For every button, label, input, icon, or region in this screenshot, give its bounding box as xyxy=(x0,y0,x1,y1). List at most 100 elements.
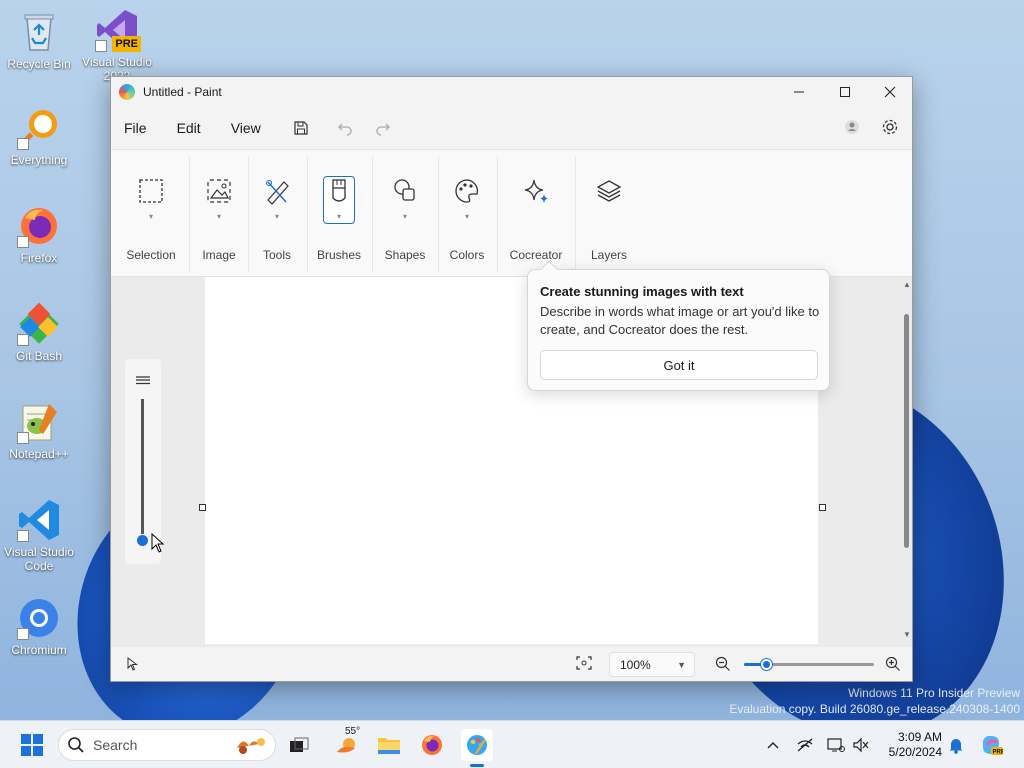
menu-view[interactable]: View xyxy=(222,113,270,143)
pointer-position-icon xyxy=(127,656,139,674)
notifications-button[interactable] xyxy=(940,729,972,761)
notepad-plus-plus-icon xyxy=(17,400,61,444)
desktop-icon-recycle-bin[interactable]: Recycle Bin xyxy=(2,10,76,71)
sparkle-icon xyxy=(519,176,553,224)
vscode-icon xyxy=(17,498,61,542)
ribbon-toolbar: ▾ Selection ▾ Image ▾ Tools ▾ Brushes ▾ … xyxy=(111,149,912,277)
desktop-icon-git-bash[interactable]: Git Bash xyxy=(2,302,76,363)
zoom-slider-thumb[interactable] xyxy=(761,659,772,670)
menu-file[interactable]: File xyxy=(115,113,156,143)
brush-size-slider-track[interactable] xyxy=(141,399,144,534)
desktop-icon-label: Recycle Bin xyxy=(7,57,71,71)
paint-app-icon xyxy=(467,735,487,755)
zoom-level-value: 100% xyxy=(620,657,651,672)
shortcut-arrow-icon xyxy=(17,432,29,444)
ribbon-group-shapes[interactable]: ▾ Shapes xyxy=(373,150,437,278)
ribbon-group-selection[interactable]: ▾ Selection xyxy=(115,150,187,278)
ribbon-divider xyxy=(307,156,308,272)
weather-widget-icon xyxy=(337,738,355,753)
paint-app-icon xyxy=(119,84,135,100)
got-it-button[interactable]: Got it xyxy=(540,350,818,380)
fit-to-window-button[interactable] xyxy=(576,656,592,673)
chevron-down-icon: ▾ xyxy=(464,212,470,221)
brush-size-slider-thumb[interactable] xyxy=(137,535,148,546)
close-icon xyxy=(884,86,896,98)
chevron-down-icon: ▾ xyxy=(402,212,408,221)
desktop-icon-label: Git Bash xyxy=(15,349,63,363)
git-bash-icon xyxy=(17,302,61,346)
desktop-icon-vscode[interactable]: Visual Studio Code xyxy=(2,498,76,573)
layers-icon xyxy=(592,176,626,224)
vertical-scrollbar[interactable]: ▲ ▼ xyxy=(902,277,912,647)
paint-taskbar-button[interactable] xyxy=(461,729,493,761)
display-icon xyxy=(827,738,845,752)
canvas-resize-handle-right[interactable] xyxy=(819,504,826,511)
chevron-down-icon: ▾ xyxy=(216,212,222,221)
chevron-down-icon: ▾ xyxy=(336,212,342,221)
system-clock[interactable]: 3:09 AM 5/20/2024 xyxy=(876,730,942,760)
ribbon-group-colors[interactable]: ▾ Colors xyxy=(439,150,495,278)
network-tray-button[interactable] xyxy=(789,729,821,761)
desktop-icon-label: Firefox xyxy=(20,251,58,265)
shortcut-arrow-icon xyxy=(17,628,29,640)
ribbon-group-image[interactable]: ▾ Image xyxy=(191,150,247,278)
minimize-button[interactable] xyxy=(776,77,822,107)
taskbar-search-box[interactable]: Search xyxy=(58,729,276,761)
desktop-icon-notepad-plus-plus[interactable]: Notepad++ xyxy=(2,400,76,461)
show-hidden-icons-button[interactable] xyxy=(757,729,789,761)
ribbon-divider xyxy=(497,156,498,272)
maximize-button[interactable] xyxy=(822,77,868,107)
firefox-taskbar-button[interactable] xyxy=(416,729,448,761)
active-app-indicator xyxy=(470,764,484,767)
ribbon-group-brushes[interactable]: ▾ Brushes xyxy=(309,150,369,278)
undo-button[interactable] xyxy=(328,113,362,143)
save-button[interactable] xyxy=(284,113,318,143)
desktop-icon-firefox[interactable]: Firefox xyxy=(2,204,76,265)
save-icon xyxy=(294,121,308,135)
shortcut-arrow-icon xyxy=(17,236,29,248)
chevron-up-icon xyxy=(767,742,779,749)
account-button[interactable] xyxy=(835,112,869,142)
weather-temperature: 55° xyxy=(345,726,361,737)
scroll-down-icon[interactable]: ▼ xyxy=(903,630,911,639)
ribbon-divider xyxy=(575,156,576,272)
teaching-tip-title: Create stunning images with text xyxy=(540,284,744,299)
cocreator-teaching-tip: Create stunning images with text Describ… xyxy=(527,260,830,391)
desktop-icon-everything[interactable]: Everything xyxy=(2,106,76,167)
ribbon-group-tools[interactable]: ▾ Tools xyxy=(249,150,305,278)
desktop-icon-label: Chromium xyxy=(11,643,67,657)
vertical-scrollbar-thumb[interactable] xyxy=(904,314,909,548)
ribbon-divider xyxy=(189,156,190,272)
desktop-icon-visual-studio[interactable]: PRE Visual Studio 2022 xyxy=(80,8,154,83)
zoom-in-button[interactable] xyxy=(885,656,901,675)
search-placeholder: Search xyxy=(93,737,138,753)
zoom-slider[interactable] xyxy=(744,659,874,670)
desktop-icon-label: Visual Studio Code xyxy=(4,545,74,573)
network-disconnected-icon xyxy=(797,738,813,752)
copilot-button[interactable]: PRE xyxy=(975,729,1007,761)
task-view-button[interactable] xyxy=(283,729,315,761)
zoom-level-select[interactable]: 100% ▼ xyxy=(609,652,695,677)
windows-logo-icon xyxy=(21,734,43,756)
accessibility-tray-button[interactable] xyxy=(845,729,877,761)
scroll-up-icon[interactable]: ▲ xyxy=(903,280,911,289)
ribbon-group-cocreator[interactable]: Cocreator xyxy=(499,150,573,278)
canvas-resize-handle-left[interactable] xyxy=(199,504,206,511)
desktop-icon-chromium[interactable]: Chromium xyxy=(2,596,76,657)
menu-edit[interactable]: Edit xyxy=(168,113,210,143)
recycle-bin-icon xyxy=(17,10,61,54)
shortcut-arrow-icon xyxy=(17,138,29,150)
paint-window: Untitled - Paint File Edit View ▾ Select… xyxy=(110,76,913,682)
mouse-pointer-icon xyxy=(151,532,165,558)
file-explorer-button[interactable] xyxy=(373,729,405,761)
search-highlight-icon xyxy=(237,738,265,754)
file-explorer-icon xyxy=(378,738,400,754)
ribbon-group-layers[interactable]: Layers xyxy=(577,150,641,278)
zoom-out-button[interactable] xyxy=(715,656,731,675)
start-button[interactable] xyxy=(16,729,48,761)
close-button[interactable] xyxy=(867,77,913,107)
zoom-out-icon xyxy=(715,656,730,671)
redo-button[interactable] xyxy=(366,113,400,143)
settings-button[interactable] xyxy=(873,112,907,142)
ribbon-label: Colors xyxy=(449,248,485,262)
